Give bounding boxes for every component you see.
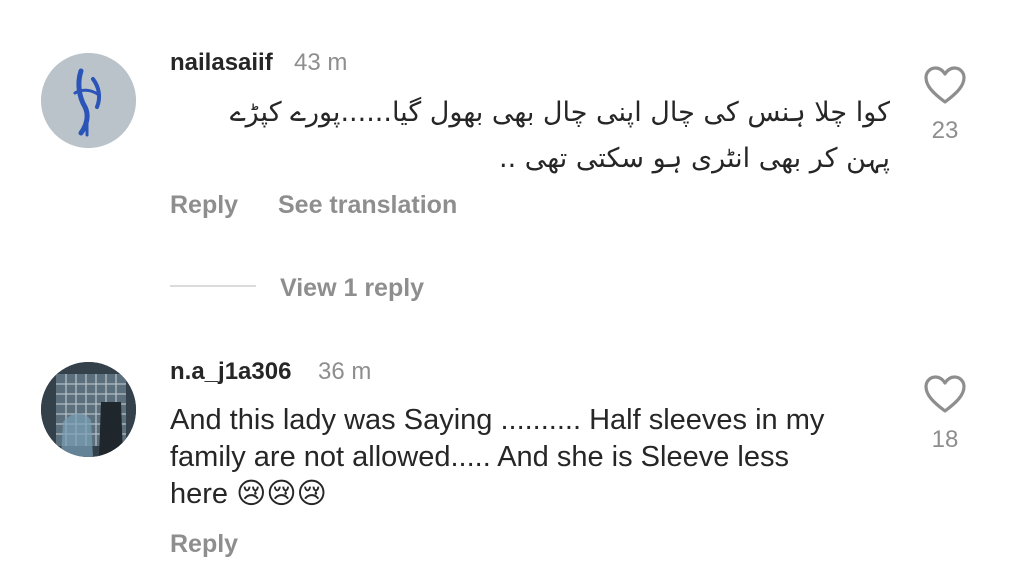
comment-text-line: کوا چلا ہنس کی چال اپنی چال بھی بھول گیا… bbox=[229, 97, 890, 128]
comment-username[interactable]: n.a_j1a306 bbox=[170, 358, 291, 386]
reply-button[interactable]: Reply bbox=[170, 191, 238, 220]
comment-text-line: here 😢😢😢 bbox=[170, 478, 327, 510]
like-button[interactable] bbox=[923, 65, 967, 105]
comment-text-line: And this lady was Saying .......... Half… bbox=[170, 404, 825, 436]
calligraphy-avatar-icon bbox=[41, 53, 136, 148]
view-replies-button[interactable]: View 1 reply bbox=[280, 274, 424, 303]
reply-button[interactable]: Reply bbox=[170, 530, 238, 559]
comment-text-line: پہن کر بھی انٹری ہو سکتی تھی .. bbox=[499, 143, 890, 174]
comment-text: And this lady was Saying .......... Half… bbox=[170, 402, 900, 513]
like-count: 23 bbox=[931, 117, 959, 144]
photo-avatar-icon bbox=[41, 362, 136, 457]
like-count: 18 bbox=[931, 426, 959, 453]
like-button[interactable] bbox=[923, 374, 967, 414]
see-translation-button[interactable]: See translation bbox=[278, 191, 457, 220]
comment-username[interactable]: nailasaiif bbox=[170, 49, 273, 77]
comment-timestamp: 36 m bbox=[318, 358, 372, 385]
heart-icon bbox=[924, 375, 966, 413]
comment-text: کوا چلا ہنس کی چال اپنی چال بھی بھول گیا… bbox=[170, 90, 890, 182]
avatar[interactable] bbox=[41, 362, 136, 457]
comment-timestamp: 43 m bbox=[294, 49, 348, 76]
divider bbox=[170, 285, 256, 287]
heart-icon bbox=[924, 66, 966, 104]
comment-text-line: family are not allowed..... And she is S… bbox=[170, 441, 789, 473]
avatar[interactable] bbox=[41, 53, 136, 148]
